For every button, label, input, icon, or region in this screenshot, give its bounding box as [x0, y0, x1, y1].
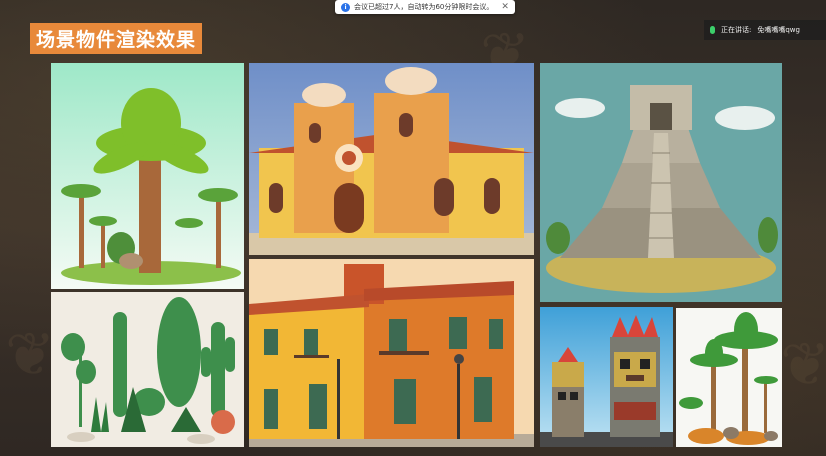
tile-mayan-pyramid: [540, 63, 782, 302]
meeting-toast: i 会议已超过7人，自动转为60分钟限时会议。 ✕: [335, 0, 515, 14]
palm-decoration-icon: ❦: [780, 330, 826, 400]
toast-text: 会议已超过7人，自动转为60分钟限时会议。: [354, 3, 494, 11]
page-title: 场景物件渲染效果: [30, 23, 203, 54]
info-icon: i: [341, 2, 350, 12]
speaker-label: 正在讲话:: [721, 26, 752, 34]
tile-palm-cluster: [676, 308, 782, 447]
palm-decoration-icon: ❦: [5, 320, 56, 390]
tile-totem-statues: [540, 307, 673, 447]
tile-spanish-church: [249, 63, 534, 255]
tile-palm-tree: [51, 63, 244, 289]
speaker-name: 免嘴嘴嘴qwg: [757, 26, 800, 34]
tile-colonial-building: [249, 259, 534, 447]
microphone-icon: [710, 26, 715, 34]
tile-cactus-plants: [51, 292, 244, 447]
close-icon[interactable]: ✕: [501, 2, 509, 12]
speaker-indicator: 正在讲话: 免嘴嘴嘴qwg: [704, 20, 826, 40]
